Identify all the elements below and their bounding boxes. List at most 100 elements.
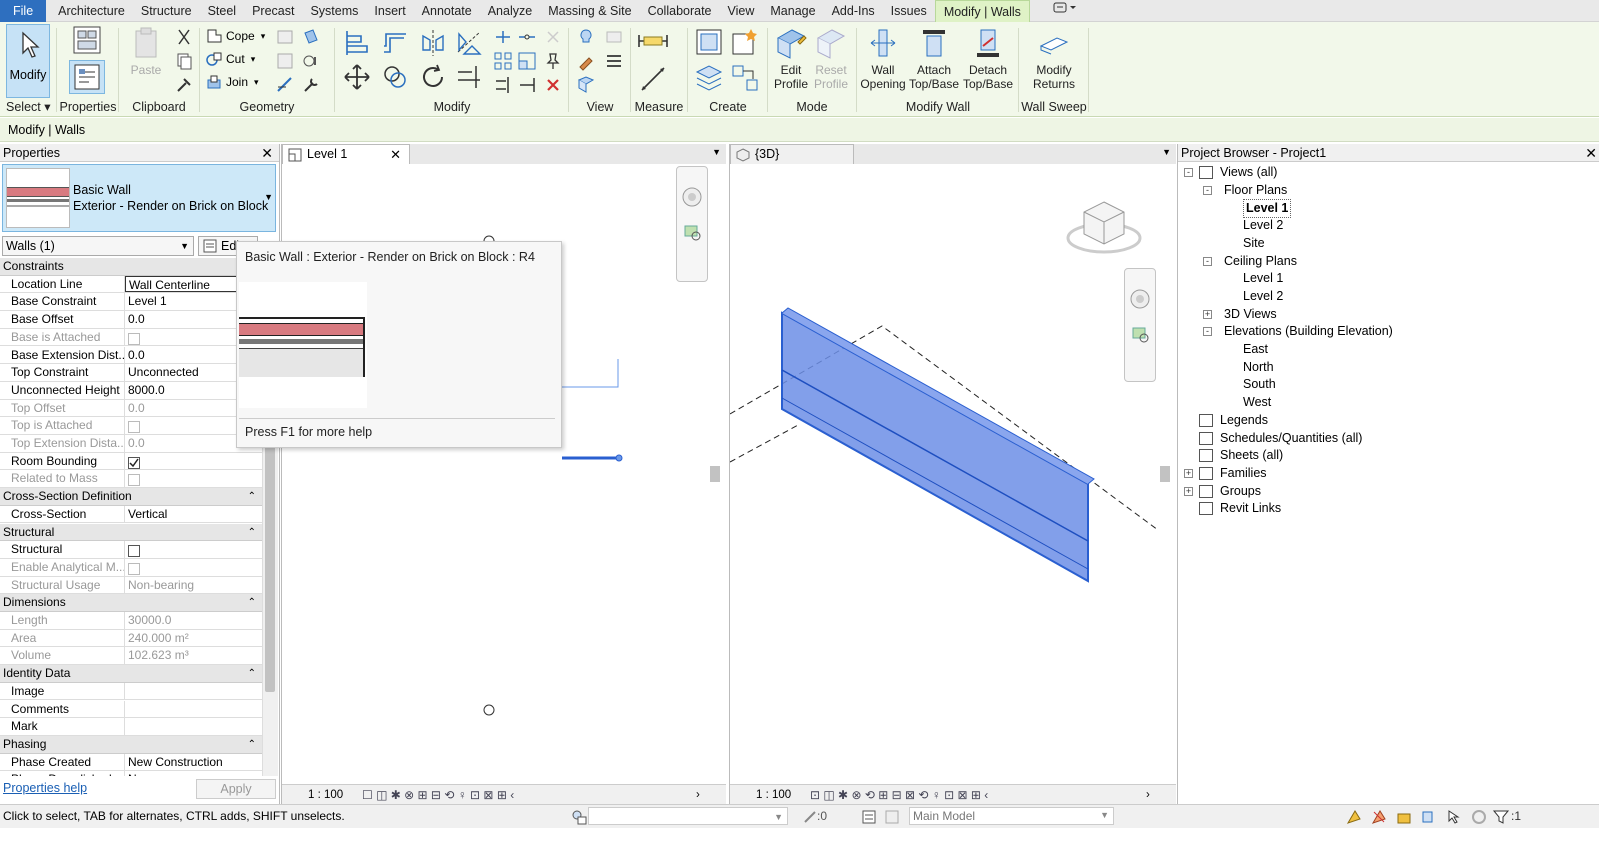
filter-view-icon[interactable]: [576, 75, 596, 95]
ribbon-display-options-icon[interactable]: [1044, 0, 1086, 22]
chevron-down-icon[interactable]: ▼: [712, 147, 721, 157]
design-option-dropdown[interactable]: Main Model ▼: [909, 807, 1114, 825]
filter-icon[interactable]: [1492, 808, 1510, 826]
tab-steel[interactable]: Steel: [200, 0, 245, 22]
wall-joins-icon[interactable]: [275, 51, 295, 71]
browser-node[interactable]: Schedules/Quantities (all): [1220, 430, 1362, 447]
type-properties-icon[interactable]: [70, 25, 104, 55]
close-icon[interactable]: ✕: [390, 145, 401, 164]
select-underlay-icon[interactable]: [1370, 808, 1388, 826]
property-section-header[interactable]: Constraints: [0, 258, 262, 276]
property-value[interactable]: [125, 718, 262, 735]
navigation-bar-2d[interactable]: [676, 166, 708, 282]
property-value[interactable]: Vertical: [125, 506, 262, 523]
browser-node[interactable]: Views (all): [1220, 164, 1277, 181]
browser-node[interactable]: East: [1243, 341, 1268, 358]
select-links-icon[interactable]: [1345, 808, 1363, 826]
property-checkbox[interactable]: [125, 541, 262, 558]
hscroll-right-icon[interactable]: ›: [696, 785, 700, 805]
copy-icon[interactable]: [174, 51, 194, 71]
offset-icon[interactable]: [380, 28, 410, 58]
property-value[interactable]: None: [125, 771, 262, 776]
match-type-icon[interactable]: [174, 75, 194, 95]
hscroll-right-icon[interactable]: ›: [1146, 785, 1150, 805]
create-similar-icon[interactable]: [729, 62, 761, 94]
mirror-axis-icon[interactable]: [418, 28, 448, 58]
tab-precast[interactable]: Precast: [244, 0, 302, 22]
measure-distance-icon[interactable]: [636, 30, 672, 52]
paste-button[interactable]: Paste: [122, 24, 170, 77]
view-3d[interactable]: {3D} ▼ 1 : 100 ⊡ ◫ ✱ ⊗ ⟲ ⊞ ⊟ ⊠ ⟲ ♀ ⊡ ⊠ ⊞…: [729, 144, 1176, 814]
tab-structure[interactable]: Structure: [133, 0, 200, 22]
join-button[interactable]: Join ▾: [205, 72, 259, 92]
property-value[interactable]: New Construction: [125, 754, 262, 771]
select-pinned-icon[interactable]: [1395, 808, 1413, 826]
tab-massing-site[interactable]: Massing & Site: [540, 0, 639, 22]
properties-icon[interactable]: [69, 60, 105, 94]
split-gap-icon[interactable]: [517, 27, 537, 47]
expand-icon[interactable]: +: [1184, 468, 1193, 478]
checkbox-checked-icon[interactable]: [128, 456, 140, 469]
editing-requests-icon[interactable]: [802, 809, 818, 825]
scale-icon[interactable]: [517, 51, 537, 71]
view-scale[interactable]: 1 : 100: [756, 785, 791, 805]
select-dropdown[interactable]: Select ▾: [0, 99, 54, 114]
tab-issues[interactable]: Issues: [883, 0, 935, 22]
split-icon[interactable]: [493, 27, 513, 47]
mirror-draw-icon[interactable]: [454, 28, 484, 58]
unpin-icon[interactable]: [543, 27, 563, 47]
excluded-options-icon[interactable]: [884, 809, 900, 825]
view-tab-3d[interactable]: {3D}: [730, 144, 854, 164]
align-icon[interactable]: [342, 28, 372, 58]
expand-icon[interactable]: +: [1203, 309, 1212, 319]
tab-collaborate[interactable]: Collaborate: [640, 0, 720, 22]
property-value[interactable]: [125, 701, 262, 718]
view-scale[interactable]: 1 : 100: [308, 785, 343, 805]
close-icon[interactable]: ✕: [1585, 144, 1597, 162]
browser-node[interactable]: 3D Views: [1224, 306, 1277, 323]
wrench-icon[interactable]: [301, 75, 321, 95]
design-options-icon[interactable]: [861, 809, 877, 825]
view-controls-icons[interactable]: ⊡ ◫ ✱ ⊗ ⟲ ⊞ ⊟ ⊠ ⟲ ♀ ⊡ ⊠ ⊞ ‹: [810, 785, 988, 805]
worksets-icon[interactable]: [570, 808, 588, 826]
apply-button[interactable]: Apply: [196, 779, 276, 799]
steering-wheel-icon[interactable]: [1125, 269, 1155, 319]
copy-element-icon[interactable]: [380, 62, 410, 92]
property-section-header[interactable]: Phasing ⌃: [0, 735, 262, 754]
collapse-icon[interactable]: ⌃: [248, 488, 256, 505]
zoom-icon[interactable]: [677, 220, 707, 260]
cut-scissors-icon[interactable]: [174, 27, 194, 47]
collapse-icon[interactable]: ⌃: [248, 524, 256, 541]
select-by-face-icon[interactable]: [1420, 808, 1438, 826]
browser-node[interactable]: Elevations (Building Elevation): [1224, 323, 1393, 340]
background-process-icon[interactable]: [1470, 808, 1488, 826]
view2-vscroll[interactable]: [1157, 166, 1173, 786]
collapse-icon[interactable]: ⌃: [248, 665, 256, 682]
browser-node[interactable]: Floor Plans: [1224, 182, 1287, 199]
trim-extend-icon[interactable]: [454, 62, 484, 92]
tab-manage[interactable]: Manage: [762, 0, 823, 22]
browser-node[interactable]: Level 2: [1243, 288, 1283, 305]
cut-button[interactable]: Cut ▾: [205, 49, 255, 69]
browser-node[interactable]: Level 1: [1243, 270, 1283, 287]
hide-element-icon[interactable]: [576, 27, 596, 47]
drag-elements-icon[interactable]: [1445, 808, 1463, 826]
create-group-icon[interactable]: [693, 62, 725, 94]
browser-node[interactable]: Revit Links: [1220, 500, 1281, 517]
collapse-icon[interactable]: -: [1203, 327, 1212, 337]
view-tab-level1[interactable]: Level 1 ✕: [282, 144, 410, 164]
browser-node[interactable]: North: [1243, 359, 1274, 376]
modify-returns-button[interactable]: Modify Returns: [1028, 24, 1080, 91]
browser-node[interactable]: Sheets (all): [1220, 447, 1283, 464]
browser-node[interactable]: Groups: [1220, 483, 1261, 500]
tab-architecture[interactable]: Architecture: [50, 0, 133, 22]
trim-multiple-icon[interactable]: [493, 75, 513, 95]
type-selector[interactable]: Basic Wall Exterior - Render on Brick on…: [2, 164, 276, 232]
property-section-header[interactable]: Cross-Section Definition ⌃: [0, 488, 262, 506]
cope-button[interactable]: Cope ▾: [205, 26, 265, 46]
instance-filter-dropdown[interactable]: Walls (1) ▼: [2, 236, 194, 256]
browser-node[interactable]: West: [1243, 394, 1271, 411]
pin-icon[interactable]: [543, 51, 563, 71]
property-value[interactable]: [125, 683, 262, 700]
trim-single-icon[interactable]: [517, 75, 537, 95]
